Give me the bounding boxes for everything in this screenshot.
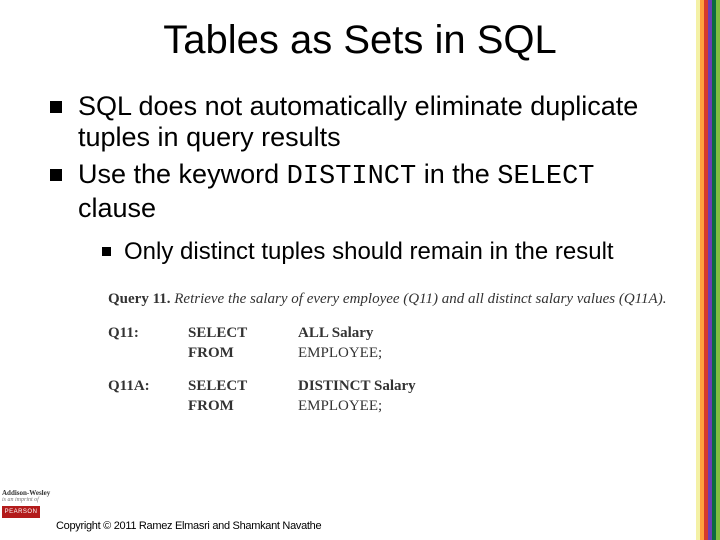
slide-body: SQL does not automatically eliminate dup… bbox=[0, 63, 720, 416]
bullet-2: Use the keyword DISTINCT in the SELECT c… bbox=[50, 159, 680, 267]
query-header: Query 11. Retrieve the salary of every e… bbox=[108, 289, 668, 309]
slide: Tables as Sets in SQL SQL does not autom… bbox=[0, 0, 720, 540]
bullet-2-mid: in the bbox=[416, 159, 497, 189]
bullet-2-post: clause bbox=[78, 193, 156, 223]
query-desc: Retrieve the salary of every employee (Q… bbox=[171, 291, 667, 307]
bullet-2-pre: Use the keyword bbox=[78, 159, 287, 189]
q11-from-arg: EMPLOYEE; bbox=[298, 343, 382, 363]
q11-select-kw: SELECT bbox=[188, 323, 298, 343]
q11-from-kw: FROM bbox=[188, 343, 298, 363]
publisher-logo: Addison-Wesley is an imprint of PEARSON bbox=[2, 490, 62, 518]
decorative-stripe bbox=[696, 0, 720, 540]
bullet-1: SQL does not automatically eliminate dup… bbox=[50, 91, 680, 153]
query-block: Query 11. Retrieve the salary of every e… bbox=[108, 289, 680, 416]
q11-select-arg: ALL Salary bbox=[298, 323, 373, 343]
q11a-select-kw: SELECT bbox=[188, 376, 298, 396]
publisher-line1: Addison-Wesley bbox=[2, 490, 62, 497]
footer: Addison-Wesley is an imprint of PEARSON … bbox=[0, 500, 720, 540]
publisher-line2: is an imprint of bbox=[2, 497, 62, 503]
query-q11a: Q11A: SELECT DISTINCT Salary FROM EMPLOY… bbox=[108, 376, 680, 417]
q11a-from-kw: FROM bbox=[188, 396, 298, 416]
keyword-select: SELECT bbox=[497, 162, 594, 192]
keyword-distinct: DISTINCT bbox=[287, 162, 417, 192]
q11a-from-arg: EMPLOYEE; bbox=[298, 396, 382, 416]
q11a-select-arg: DISTINCT Salary bbox=[298, 376, 416, 396]
query-q11: Q11: SELECT ALL Salary FROM EMPLOYEE; bbox=[108, 323, 680, 364]
query-label: Query 11. bbox=[108, 291, 171, 307]
q11-id: Q11: bbox=[108, 323, 188, 343]
q11a-id: Q11A: bbox=[108, 376, 188, 396]
sub-bullet-1: Only distinct tuples should remain in th… bbox=[102, 238, 680, 267]
slide-title: Tables as Sets in SQL bbox=[0, 0, 720, 63]
copyright-text: Copyright © 2011 Ramez Elmasri and Shamk… bbox=[56, 520, 321, 532]
pearson-badge: PEARSON bbox=[2, 506, 40, 518]
